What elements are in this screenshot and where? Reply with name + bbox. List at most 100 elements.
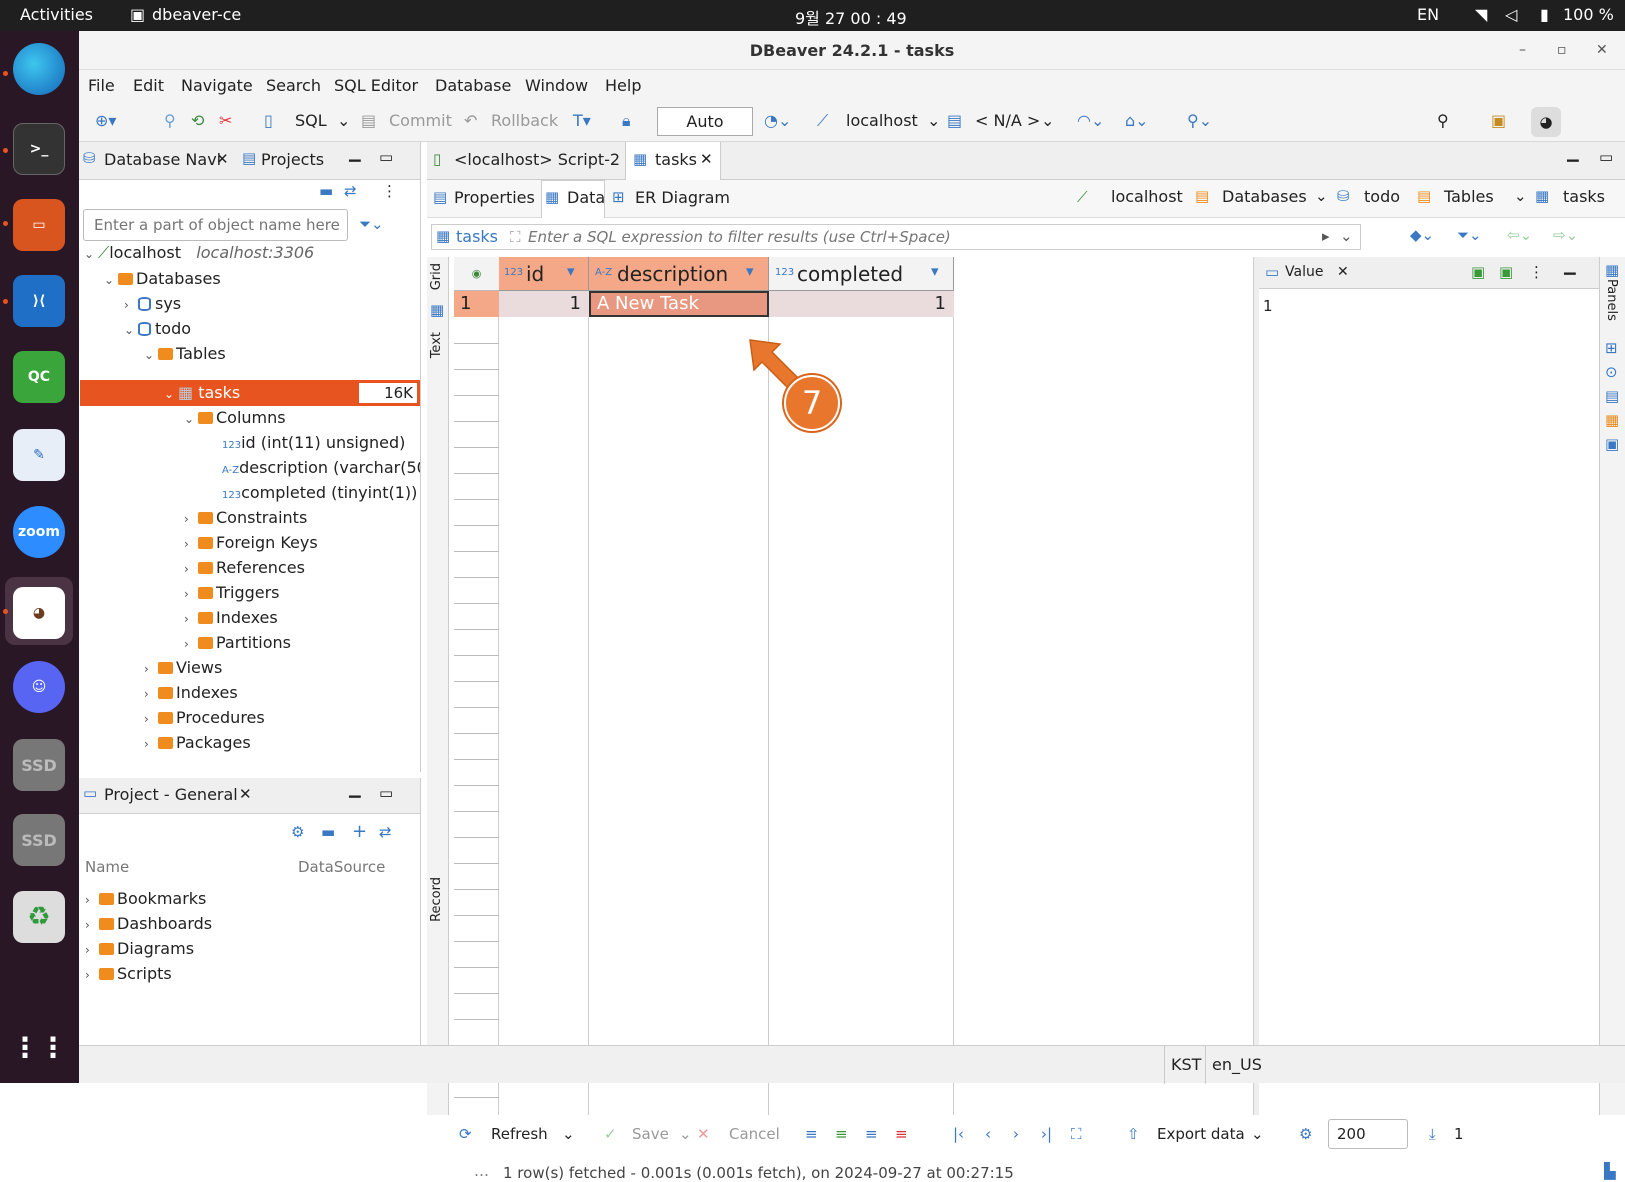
select-all-icon[interactable]: ◉ [454,257,499,291]
app-name[interactable]: dbeaver-ce [152,5,241,24]
tree-column-id[interactable]: 123id (int(11) unsigned) [222,430,405,456]
tree-triggers[interactable]: › Triggers [184,580,280,606]
tree-procedures[interactable]: › Procedures [144,705,265,731]
rollback-button[interactable]: Rollback [491,111,558,130]
wifi-icon[interactable]: ◥ [1475,5,1487,24]
search-icon[interactable]: ⚲⌄ [1187,111,1212,130]
chevron-down-icon[interactable]: ⌄ [1251,1125,1264,1143]
sql-button[interactable]: SQL [295,111,327,130]
auto-commit-mode[interactable]: Auto [657,107,753,136]
view-menu-icon[interactable]: ⋮ [1529,263,1544,281]
subtab-er-diagram[interactable]: ER Diagram [635,188,730,207]
expand-icon[interactable]: ⛶ [510,228,521,246]
settings-icon[interactable]: ⚙ [291,823,304,841]
tree-constraints[interactable]: › Constraints [184,505,307,531]
commit-button[interactable]: Commit [389,111,452,130]
reconnect-icon[interactable]: ⟲ [191,111,204,130]
copy-row-icon[interactable]: ≡ [865,1125,878,1143]
sql-filter-input[interactable] [528,226,1308,248]
chevron-right-icon[interactable]: › [144,681,158,707]
apply-filter-icon[interactable]: ▸ [1322,227,1330,245]
chevron-right-icon[interactable]: › [144,706,158,732]
maximize-icon[interactable]: ▭ [379,784,393,802]
chevron-down-icon[interactable]: ⌄ [164,381,178,407]
fetch-size-input[interactable]: 200 [1328,1119,1408,1149]
link-icon[interactable]: ⇄ [379,823,392,841]
more-icon[interactable]: … [474,1162,489,1180]
value-viewer-icon[interactable]: ▣ [1605,435,1619,453]
chevron-down-icon[interactable]: ⌄ [1514,187,1527,205]
menu-window[interactable]: Window [525,76,588,95]
terminal-icon[interactable]: >_ [13,123,65,175]
tools-icon[interactable]: ⌂⌄ [1125,111,1149,130]
add-icon[interactable]: + [352,821,367,842]
grouping-icon[interactable]: ▤ [1605,387,1619,405]
panel-toggle-icon[interactable]: ▙ [1604,1162,1616,1180]
minimize-button[interactable]: – [1519,31,1526,70]
tab-database-navigator[interactable]: Database Navi [104,150,221,169]
breadcrumb-todo[interactable]: todo [1364,187,1400,206]
tab-tasks-label[interactable]: tasks [655,150,697,169]
dashboard-icon[interactable]: ◠⌄ [1077,111,1104,130]
eraser-icon[interactable]: ◆⌄ [1410,226,1434,244]
value-panel-title[interactable]: Value [1285,264,1323,280]
menu-help[interactable]: Help [605,76,641,95]
close-icon[interactable]: ✕ [700,150,713,168]
tree-views[interactable]: › Views [144,655,222,681]
next-page-icon[interactable]: › [1013,1125,1019,1143]
subtab-properties[interactable]: Properties [454,188,535,207]
chevron-right-icon[interactable]: › [124,292,138,318]
battery-icon[interactable]: ▮ [1540,5,1549,24]
lock-icon[interactable]: 🔒︎ [622,111,631,131]
subtab-data[interactable]: Data [567,188,605,207]
remove-icon[interactable]: ▬ [321,823,335,841]
metadata-icon[interactable]: ⊞ [1605,339,1618,357]
active-connection[interactable]: localhost [846,111,918,130]
edge-browser-icon[interactable] [13,43,65,95]
project-item-bookmarks[interactable]: › Bookmarks [85,886,206,912]
locale[interactable]: en_US [1212,1055,1262,1074]
side-tab-grid[interactable]: Grid [429,263,444,290]
clock[interactable]: 9월 27 00 : 49 [795,5,907,29]
tree-references[interactable]: › References [184,555,305,581]
chevron-right-icon[interactable]: › [85,887,99,913]
chevron-right-icon[interactable]: › [184,531,198,557]
trash-icon[interactable]: ♻ [13,891,65,943]
perspective-icon[interactable]: ▣ [1491,111,1506,130]
cancel-button[interactable]: Cancel [729,1125,780,1143]
delete-row-icon[interactable]: ≡ [895,1125,908,1143]
side-tab-text[interactable]: Text [429,332,444,358]
show-apps-icon[interactable]: ⋮⋮ [11,1021,67,1073]
close-icon[interactable]: ✕ [1337,264,1349,280]
column-header-completed[interactable]: 123 completed ▾ [769,257,954,291]
navigator-filter-input[interactable] [83,209,348,241]
menu-file[interactable]: File [88,76,115,95]
chevron-right-icon[interactable]: › [184,506,198,532]
breadcrumb-localhost[interactable]: localhost [1111,187,1183,206]
breadcrumb-databases[interactable]: Databases [1222,187,1307,206]
menu-database[interactable]: Database [435,76,511,95]
chevron-right-icon[interactable]: › [184,631,198,657]
menu-sql-editor[interactable]: SQL Editor [334,76,418,95]
value-content[interactable]: 1 [1263,297,1273,315]
cell-completed[interactable]: 1 [769,291,954,317]
input-language[interactable]: EN [1417,5,1439,24]
breadcrumb-tables[interactable]: Tables [1444,187,1494,206]
menu-navigate[interactable]: Navigate [181,76,253,95]
filter-history-icon[interactable]: ⌄ [1340,227,1353,245]
chevron-right-icon[interactable]: › [184,581,198,607]
chevron-right-icon[interactable]: › [144,656,158,682]
collapse-all-icon[interactable]: ▬ [319,182,333,200]
chevron-down-icon[interactable]: ⌄ [562,1125,575,1143]
settings-icon[interactable]: ⚙ [1299,1125,1312,1143]
discord-icon[interactable]: ☺ [13,661,65,713]
activities-button[interactable]: Activities [20,5,93,24]
column-header-id[interactable]: 123 id ▾ [499,257,589,291]
view-menu-icon[interactable]: ⋮ [382,182,397,200]
ssd-drive-icon[interactable]: SSD [13,739,65,791]
link-editor-icon[interactable]: ⇄ [344,182,357,200]
tree-column-completed[interactable]: 123completed (tinyint(1)) [222,480,417,506]
tree-db-todo[interactable]: ⌄ todo [124,316,191,342]
maximize-button[interactable]: ▫ [1557,31,1567,70]
maximize-icon[interactable]: ▭ [1599,148,1613,166]
